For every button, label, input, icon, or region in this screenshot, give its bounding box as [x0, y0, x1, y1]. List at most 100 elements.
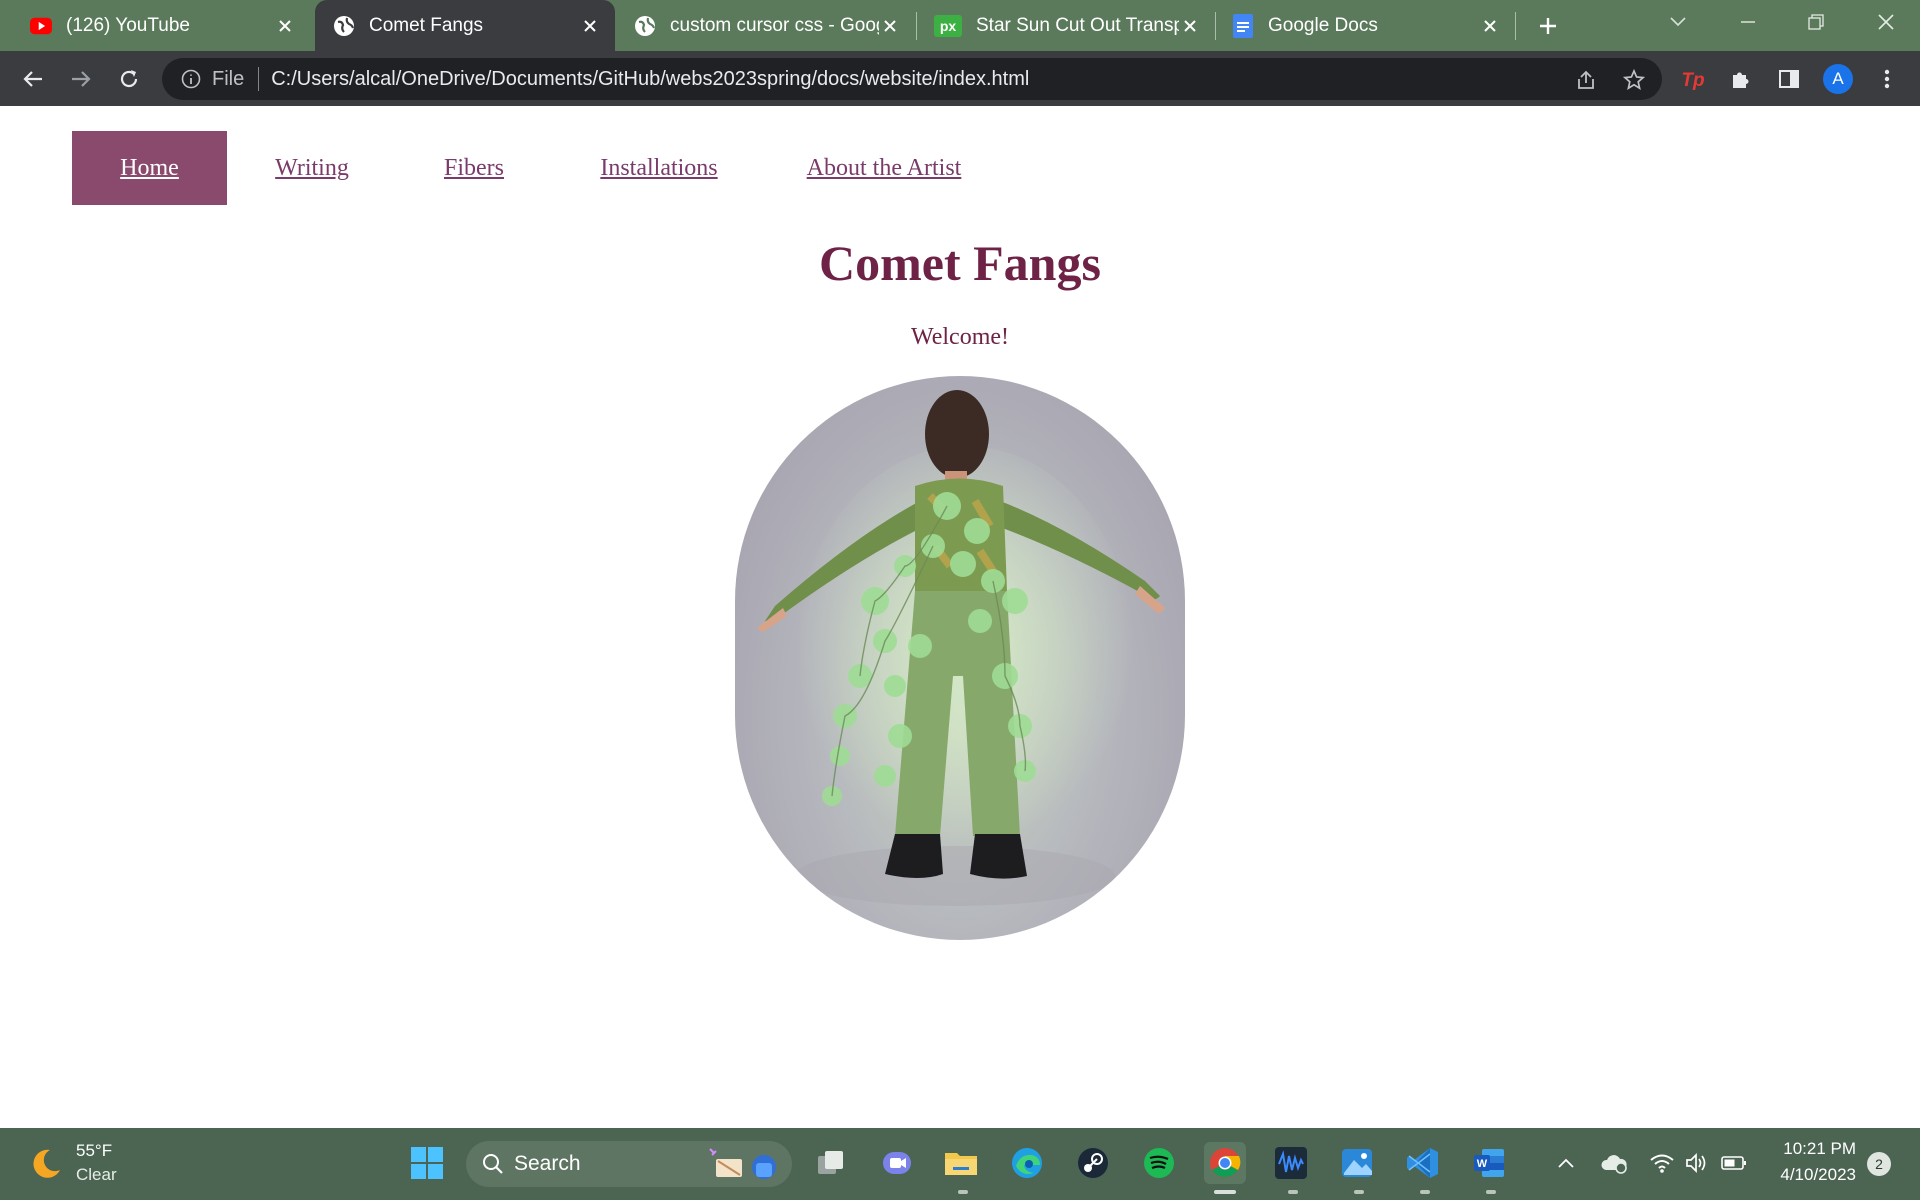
forward-button[interactable] [62, 60, 100, 98]
plus-icon [1540, 18, 1556, 34]
info-icon[interactable] [180, 68, 202, 90]
running-indicator [1354, 1190, 1364, 1194]
running-indicator [958, 1190, 968, 1194]
tab-title: (126) YouTube [66, 14, 190, 36]
search-icon [482, 1153, 504, 1175]
tab-separator [1215, 12, 1216, 40]
nav-about-artist-link[interactable]: About the Artist [767, 131, 1001, 205]
nav-installations-link[interactable]: Installations [551, 131, 767, 205]
minimize-button[interactable] [1718, 0, 1778, 44]
onedrive-cloud-icon[interactable] [1594, 1142, 1634, 1184]
costume-figure-illustration [757, 390, 1165, 906]
globe-icon [634, 15, 656, 37]
side-panel-icon[interactable] [1770, 60, 1808, 98]
file-explorer-icon[interactable] [940, 1142, 982, 1184]
new-tab-button[interactable] [1530, 10, 1566, 42]
extensions-puzzle-icon[interactable] [1722, 60, 1760, 98]
artist-photo [735, 376, 1185, 940]
nav-home-link[interactable]: Home [72, 131, 227, 205]
weather-temperature[interactable]: 55°F [76, 1141, 112, 1161]
welcome-text: Welcome! [910, 324, 1009, 350]
menu-kebab-icon[interactable] [1868, 60, 1906, 98]
close-icon[interactable] [1179, 15, 1201, 37]
battery-icon[interactable] [1714, 1142, 1754, 1184]
bookmark-star-icon[interactable] [1622, 68, 1646, 92]
tab-title: custom cursor css - Goog [670, 14, 879, 36]
chrome-icon[interactable] [1204, 1142, 1246, 1184]
svg-text:Tp: Tp [1681, 70, 1704, 90]
restore-icon [1808, 14, 1824, 30]
search-highlight-illustration-icon [706, 1145, 786, 1190]
tab-custom-cursor[interactable]: custom cursor css - Goog [620, 0, 915, 51]
scheme-label: File [212, 67, 245, 90]
running-indicator [1288, 1190, 1298, 1194]
moon-icon[interactable] [28, 1146, 64, 1182]
running-indicator [1486, 1190, 1496, 1194]
svg-text:px: px [940, 18, 957, 34]
word-icon[interactable]: W [1468, 1142, 1510, 1184]
teams-chat-icon[interactable] [876, 1142, 918, 1184]
reload-icon [120, 70, 138, 88]
close-window-button[interactable] [1856, 0, 1916, 44]
tab-google-docs[interactable]: Google Docs [1220, 0, 1515, 51]
tab-youtube[interactable]: (126) YouTube [0, 0, 310, 51]
tab-comet-fangs[interactable]: Comet Fangs [315, 0, 615, 51]
reload-button[interactable] [110, 60, 148, 98]
tab-title: Star Sun Cut Out Transpar [976, 14, 1179, 36]
tab-title: Google Docs [1268, 14, 1378, 36]
close-icon[interactable] [579, 15, 601, 37]
clock-date[interactable]: 4/10/2023 [1756, 1165, 1856, 1185]
page-title: Comet Fangs [819, 235, 1101, 291]
chevron-up-icon[interactable] [1546, 1142, 1586, 1184]
spotify-icon[interactable] [1138, 1142, 1180, 1184]
site-nav: Home Writing Fibers Installations About … [72, 131, 1001, 205]
task-view-icon[interactable] [810, 1142, 852, 1184]
web-page: Home Writing Fibers Installations About … [0, 106, 1920, 1128]
search-label: Search [514, 1152, 581, 1175]
arrow-left-icon [23, 71, 42, 87]
vscode-icon[interactable] [1402, 1142, 1444, 1184]
chevron-down-icon [1670, 17, 1686, 27]
browser-toolbar: File C:/Users/alcal/OneDrive/Documents/G… [0, 51, 1920, 106]
photos-icon[interactable] [1336, 1142, 1378, 1184]
steam-icon[interactable] [1072, 1142, 1114, 1184]
notification-badge[interactable]: 2 [1867, 1152, 1891, 1176]
url-text[interactable]: C:/Users/alcal/OneDrive/Documents/GitHub… [271, 68, 1029, 91]
profile-avatar[interactable]: A [1823, 64, 1853, 94]
tab-search-button[interactable] [1648, 0, 1708, 44]
volume-icon[interactable] [1676, 1142, 1716, 1184]
close-icon[interactable] [1479, 15, 1501, 37]
minimize-icon [1741, 21, 1755, 23]
edge-icon[interactable] [1006, 1142, 1048, 1184]
svg-text:W: W [1477, 1158, 1488, 1170]
pixabay-icon: px [934, 14, 962, 37]
windows-taskbar: 55°F Clear Search W 10:21 PM 4/10/2023 2 [0, 1128, 1920, 1200]
close-icon[interactable] [274, 15, 296, 37]
active-indicator [1214, 1190, 1236, 1194]
arrow-right-icon [72, 71, 91, 87]
address-bar[interactable]: File C:/Users/alcal/OneDrive/Documents/G… [162, 58, 1662, 100]
omnibox-divider [258, 67, 260, 91]
close-icon[interactable] [879, 15, 901, 37]
clock-time[interactable]: 10:21 PM [1756, 1139, 1856, 1159]
tp-extension-icon[interactable]: Tp [1674, 60, 1712, 98]
start-windows-icon[interactable] [406, 1142, 448, 1184]
google-docs-icon [1232, 13, 1254, 38]
close-icon [1878, 14, 1894, 30]
waveform-app-icon[interactable] [1270, 1142, 1312, 1184]
weather-condition[interactable]: Clear [76, 1165, 117, 1185]
share-icon[interactable] [1574, 68, 1598, 92]
tab-title: Comet Fangs [369, 14, 484, 36]
nav-fibers-link[interactable]: Fibers [397, 131, 551, 205]
taskbar-search[interactable]: Search [466, 1141, 792, 1187]
globe-icon [333, 15, 355, 37]
tab-separator [916, 12, 917, 40]
tab-star-sun[interactable]: px Star Sun Cut Out Transpar [920, 0, 1215, 51]
running-indicator [1420, 1190, 1430, 1194]
youtube-icon [30, 15, 52, 37]
nav-writing-link[interactable]: Writing [227, 131, 397, 205]
tab-strip: (126) YouTube Comet Fangs custom cursor … [0, 0, 1920, 51]
restore-button[interactable] [1786, 0, 1846, 44]
tab-separator [1515, 12, 1516, 40]
back-button[interactable] [14, 60, 52, 98]
